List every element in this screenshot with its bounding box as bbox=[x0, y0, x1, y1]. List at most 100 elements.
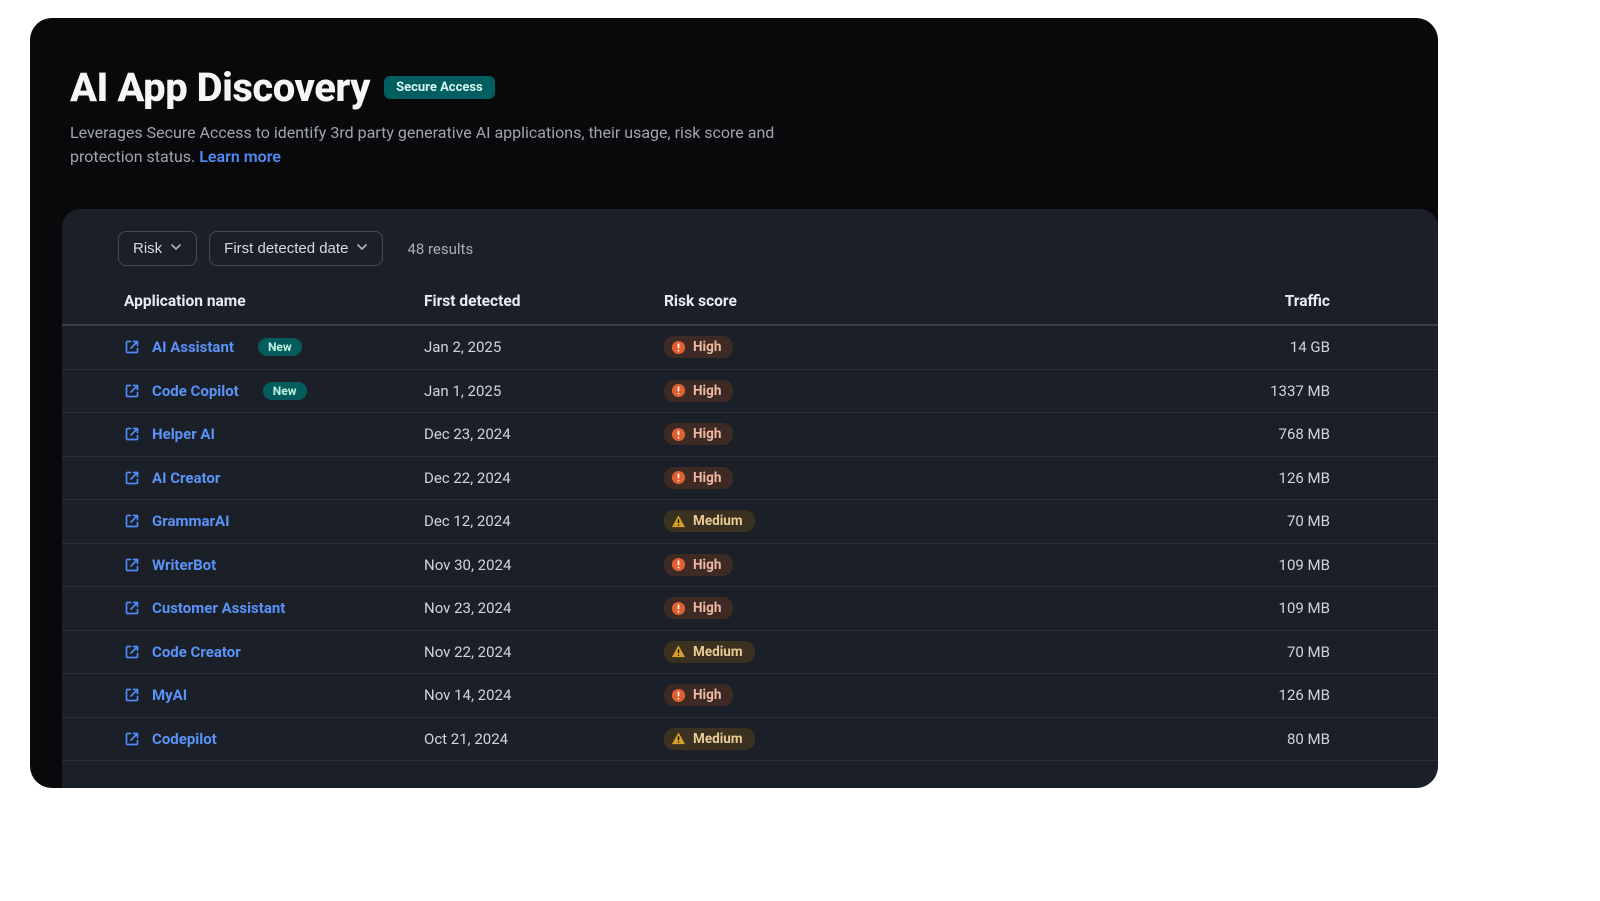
traffic-cell: 768 MB bbox=[972, 413, 1438, 457]
app-panel: AI App Discovery Secure Access Leverages… bbox=[30, 18, 1438, 788]
risk-label: High bbox=[693, 687, 721, 703]
risk-badge: Medium bbox=[664, 728, 755, 750]
subtitle-text: Leverages Secure Access to identify 3rd … bbox=[70, 123, 774, 166]
app-name-link[interactable]: MyAI bbox=[152, 686, 187, 704]
risk-label: High bbox=[693, 470, 721, 486]
col-header-name[interactable]: Application name bbox=[62, 280, 412, 325]
first-detected-cell: Oct 21, 2024 bbox=[412, 717, 652, 761]
app-name-link[interactable]: Codepilot bbox=[152, 730, 217, 748]
risk-badge: High bbox=[664, 467, 733, 489]
risk-label: Medium bbox=[693, 731, 743, 747]
external-link-icon[interactable] bbox=[124, 600, 140, 616]
results-table: Application name First detected Risk sco… bbox=[62, 280, 1438, 761]
alert-circle-icon bbox=[671, 383, 686, 398]
chevron-down-icon bbox=[170, 240, 182, 257]
alert-triangle-icon bbox=[671, 731, 686, 746]
traffic-cell: 1337 MB bbox=[972, 369, 1438, 413]
risk-label: Medium bbox=[693, 513, 743, 529]
risk-label: High bbox=[693, 426, 721, 442]
page-header: AI App Discovery Secure Access Leverages… bbox=[30, 18, 1438, 187]
external-link-icon[interactable] bbox=[124, 470, 140, 486]
app-name-link[interactable]: Code Creator bbox=[152, 643, 241, 661]
table-row: Code Creator Nov 22, 2024 Medium 70 MB bbox=[62, 630, 1438, 674]
app-name-link[interactable]: WriterBot bbox=[152, 556, 216, 574]
filter-date-label: First detected date bbox=[224, 240, 348, 257]
filter-date-dropdown[interactable]: First detected date bbox=[209, 231, 383, 266]
col-header-traffic[interactable]: Traffic bbox=[972, 280, 1438, 325]
first-detected-cell: Jan 1, 2025 bbox=[412, 369, 652, 413]
first-detected-cell: Nov 23, 2024 bbox=[412, 587, 652, 631]
page-subtitle: Leverages Secure Access to identify 3rd … bbox=[70, 121, 830, 169]
table-row: AI AssistantNewJan 2, 2025High14 GB bbox=[62, 325, 1438, 369]
app-name-link[interactable]: Helper AI bbox=[152, 425, 215, 443]
traffic-cell: 109 MB bbox=[972, 543, 1438, 587]
traffic-cell: 80 MB bbox=[972, 717, 1438, 761]
external-link-icon[interactable] bbox=[124, 731, 140, 747]
filter-risk-label: Risk bbox=[133, 240, 162, 257]
risk-label: High bbox=[693, 600, 721, 616]
table-row: Codepilot Oct 21, 2024 Medium 80 MB bbox=[62, 717, 1438, 761]
app-name-link[interactable]: AI Creator bbox=[152, 469, 220, 487]
traffic-cell: 126 MB bbox=[972, 674, 1438, 718]
first-detected-cell: Nov 30, 2024 bbox=[412, 543, 652, 587]
first-detected-cell: Nov 14, 2024 bbox=[412, 674, 652, 718]
col-header-risk-score[interactable]: Risk score bbox=[652, 280, 972, 325]
col-header-first-detected[interactable]: First detected bbox=[412, 280, 652, 325]
table-row: MyAI Nov 14, 2024 High 126 MB bbox=[62, 674, 1438, 718]
traffic-cell: 126 MB bbox=[972, 456, 1438, 500]
external-link-icon[interactable] bbox=[124, 426, 140, 442]
risk-badge: Medium bbox=[664, 641, 755, 663]
app-name-link[interactable]: Code Copilot bbox=[152, 382, 239, 400]
traffic-cell: 70 MB bbox=[972, 630, 1438, 674]
risk-badge: High bbox=[664, 380, 733, 402]
risk-label: High bbox=[693, 383, 721, 399]
table-row: GrammarAI Dec 12, 2024 Medium 70 MB bbox=[62, 500, 1438, 544]
chevron-down-icon bbox=[356, 240, 368, 257]
risk-badge: Medium bbox=[664, 510, 755, 532]
learn-more-link[interactable]: Learn more bbox=[199, 147, 281, 166]
table-row: Code Copilot New Jan 1, 2025 High 1337 MB bbox=[62, 369, 1438, 413]
toolbar: Risk First detected date 48 results bbox=[62, 231, 1438, 266]
page-title: AI App Discovery bbox=[70, 64, 370, 111]
risk-badge: High bbox=[664, 423, 733, 445]
results-card: Risk First detected date 48 results Appl… bbox=[62, 209, 1438, 788]
traffic-cell: 109 MB bbox=[972, 587, 1438, 631]
table-row: Customer Assistant Nov 23, 2024 High 109 MB bbox=[62, 587, 1438, 631]
app-name-link[interactable]: GrammarAI bbox=[152, 512, 229, 530]
alert-circle-icon bbox=[671, 688, 686, 703]
risk-badge: High bbox=[664, 336, 733, 358]
app-name-link[interactable]: Customer Assistant bbox=[152, 599, 285, 617]
new-badge: New bbox=[263, 382, 307, 400]
alert-circle-icon bbox=[671, 470, 686, 485]
risk-label: High bbox=[693, 339, 721, 355]
risk-label: High bbox=[693, 557, 721, 573]
first-detected-cell: Nov 22, 2024 bbox=[412, 630, 652, 674]
alert-triangle-icon bbox=[671, 644, 686, 659]
traffic-cell: 70 MB bbox=[972, 500, 1438, 544]
filter-risk-dropdown[interactable]: Risk bbox=[118, 231, 197, 266]
first-detected-cell: Dec 22, 2024 bbox=[412, 456, 652, 500]
secure-access-badge: Secure Access bbox=[384, 76, 495, 99]
alert-circle-icon bbox=[671, 601, 686, 616]
risk-badge: High bbox=[664, 554, 733, 576]
risk-badge: High bbox=[664, 597, 733, 619]
external-link-icon[interactable] bbox=[124, 687, 140, 703]
risk-badge: High bbox=[664, 684, 733, 706]
table-row: AI Creator Dec 22, 2024 High 126 MB bbox=[62, 456, 1438, 500]
external-link-icon[interactable] bbox=[124, 644, 140, 660]
first-detected-cell: Dec 23, 2024 bbox=[412, 413, 652, 457]
alert-circle-icon bbox=[671, 557, 686, 572]
table-row: WriterBot Nov 30, 2024 High 109 MB bbox=[62, 543, 1438, 587]
first-detected-cell: Jan 2, 2025 bbox=[412, 325, 652, 369]
external-link-icon[interactable] bbox=[124, 513, 140, 529]
first-detected-cell: Dec 12, 2024 bbox=[412, 500, 652, 544]
external-link-icon[interactable] bbox=[124, 557, 140, 573]
external-link-icon[interactable] bbox=[124, 339, 140, 355]
alert-triangle-icon bbox=[671, 514, 686, 529]
alert-circle-icon bbox=[671, 427, 686, 442]
new-badge: New bbox=[258, 338, 302, 356]
external-link-icon[interactable] bbox=[124, 383, 140, 399]
risk-label: Medium bbox=[693, 644, 743, 660]
app-name-link[interactable]: AI Assistant bbox=[152, 338, 234, 356]
table-row: Helper AI Dec 23, 2024 High 768 MB bbox=[62, 413, 1438, 457]
